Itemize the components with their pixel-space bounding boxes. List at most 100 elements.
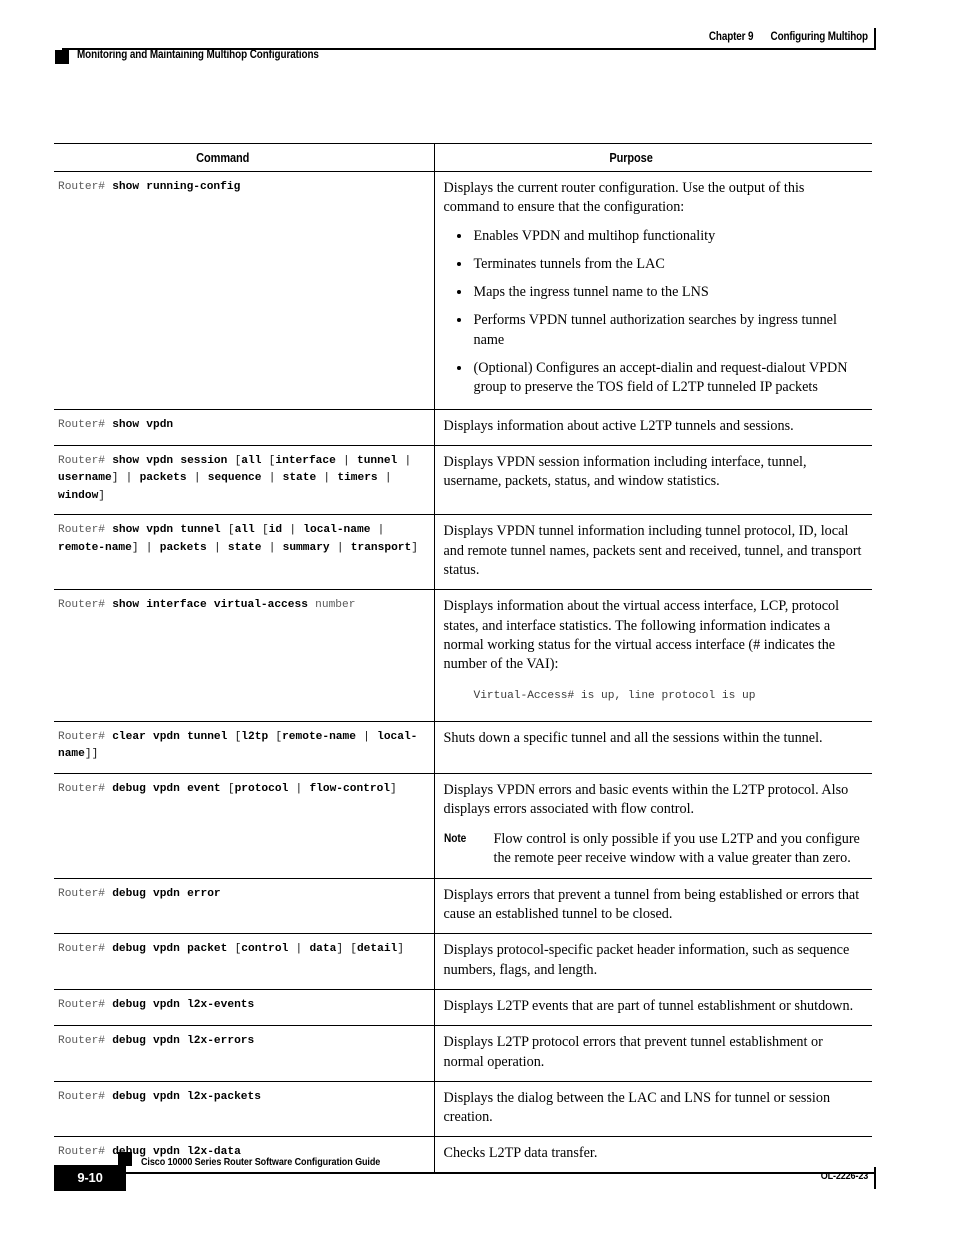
command-syntax: Router# clear vpdn tunnel [l2tp [remote-… — [58, 730, 418, 761]
purpose-body: Displays L2TP protocol errors that preve… — [435, 1033, 873, 1072]
table-row: Router# show interface virtual-access nu… — [54, 589, 872, 722]
cell-command: Router# show vpdn tunnel [all [id | loca… — [54, 514, 434, 591]
cell-purpose: Shuts down a specific tunnel and all the… — [433, 721, 873, 774]
command-prompt: Router# — [58, 524, 105, 537]
command-syntax: Router# show vpdn session [all [interfac… — [58, 454, 412, 502]
purpose-bullet-item: Performs VPDN tunnel authorization searc… — [444, 311, 863, 350]
command-prompt: Router# — [58, 730, 105, 743]
table-row: Router# debug vpdn l2x-events Displays L2… — [54, 989, 873, 1027]
cell-purpose: Displays protocol-specific packet header… — [433, 933, 873, 990]
table-row: Router# clear vpdn tunnel [l2tp [remote-… — [54, 721, 873, 774]
purpose-bullet-text: Maps the ingress tunnel name to the LNS — [473, 284, 709, 301]
purpose-bullet-item: Terminates tunnels from the LAC — [444, 255, 863, 274]
purpose-paragraph: Displays protocol-specific packet header… — [443, 942, 850, 978]
bullet-dot-icon — [456, 318, 461, 323]
command-prompt: Router# — [58, 943, 105, 956]
purpose-bullet-text: Performs VPDN tunnel authorization searc… — [473, 312, 837, 348]
bullet-dot-icon — [456, 233, 461, 238]
purpose-body: Displays protocol-specific packet header… — [435, 941, 873, 980]
purpose-paragraph: Displays L2TP protocol errors that preve… — [443, 1034, 823, 1070]
page-footer: Cisco 10000 Series Router Software Confi… — [0, 1125, 954, 1235]
cell-command: Router# show vpdn — [54, 409, 434, 446]
bullet-dot-icon — [456, 290, 461, 295]
purpose-body: Displays L2TP events that are part of tu… — [435, 997, 873, 1016]
footer-page-number: 9-10 — [77, 1170, 103, 1185]
purpose-code-sample: Virtual-Access# is up, line protocol is … — [473, 689, 756, 702]
header-marker-square-icon — [55, 50, 69, 64]
purpose-paragraph: Displays VPDN errors and basic events wi… — [443, 781, 849, 817]
purpose-paragraph: Displays the current router configuratio… — [443, 180, 805, 216]
command-syntax: Router# debug vpdn packet [control | dat… — [58, 943, 404, 956]
command-keyword: show vpdn — [112, 418, 174, 431]
footer-rule-tick — [874, 1167, 876, 1189]
page-header: Chapter 9 Configuring Multihop Monitoring… — [0, 0, 954, 78]
command-prompt: Router# — [58, 1090, 105, 1103]
header-chapter-number: Chapter 9 — [708, 31, 754, 43]
header-chapter: Chapter 9 Configuring Multihop — [709, 31, 868, 43]
command-keyword: show running-config — [112, 181, 241, 193]
footer-rule — [62, 1172, 874, 1174]
purpose-bullet-item: (Optional) Configures an accept-dialin a… — [444, 359, 863, 398]
footer-marker-square-icon — [118, 1152, 132, 1166]
purpose-paragraph: Displays information about the virtual a… — [443, 598, 840, 673]
command-keyword: debug vpdn error — [112, 887, 221, 900]
column-header-purpose-label: Purpose — [608, 151, 653, 165]
cell-purpose: Displays VPDN session information includ… — [433, 445, 872, 516]
purpose-paragraph: Displays VPDN tunnel information includi… — [443, 523, 862, 579]
table-head: Command Purpose — [54, 143, 872, 172]
cell-purpose: Displays L2TP protocol errors that preve… — [433, 1025, 873, 1082]
purpose-body: Displays the current router configuratio… — [435, 179, 873, 398]
cell-command: Router# debug vpdn l2x-events — [54, 989, 434, 1027]
purpose-body: Displays errors that prevent a tunnel fr… — [435, 886, 873, 925]
bullet-dot-icon — [456, 261, 461, 266]
cell-purpose: Displays errors that prevent a tunnel fr… — [433, 878, 873, 935]
cell-purpose: Displays information about active L2TP t… — [433, 409, 873, 446]
command-syntax: Router# debug vpdn l2x-errors — [54, 1033, 434, 1051]
purpose-body: Displays information about active L2TP t… — [435, 417, 873, 436]
purpose-paragraph: Displays L2TP events that are part of tu… — [443, 997, 854, 1014]
purpose-paragraph: Displays errors that prevent a tunnel fr… — [443, 886, 860, 923]
cell-command: Router# debug vpdn event [protocol | flo… — [54, 773, 434, 879]
column-header-purpose: Purpose — [433, 143, 872, 172]
purpose-bullet-text: (Optional) Configures an accept-dialin a… — [473, 360, 848, 396]
purpose-bullet-text: Enables VPDN and multihop functionality — [473, 227, 716, 244]
table-row: Router# show vpdn Displays information ab… — [54, 409, 873, 446]
cell-purpose: Displays the current router configuratio… — [433, 171, 873, 410]
command-syntax: Router# debug vpdn error — [54, 886, 434, 904]
cell-purpose: Displays VPDN errors and basic events wi… — [433, 773, 872, 879]
table-header-row: Command Purpose — [54, 143, 872, 172]
command-keyword: show vpdn tunnel — [112, 524, 221, 537]
purpose-note-label: Note — [443, 833, 466, 846]
command-syntax: Router# show running-config — [54, 179, 434, 197]
command-prompt: Router# — [58, 599, 105, 612]
purpose-bullet-text: Terminates tunnels from the LAC — [473, 255, 665, 272]
footer-guide-title: Cisco 10000 Series Router Software Confi… — [141, 1156, 381, 1168]
header-rule-tick — [874, 28, 876, 50]
purpose-body: Displays the dialog between the LAC and … — [435, 1089, 873, 1128]
purpose-bullet-item: Enables VPDN and multihop functionality — [444, 227, 863, 246]
column-header-command-label: Command — [196, 151, 250, 165]
command-keyword: debug vpdn l2x-events — [112, 998, 255, 1011]
table-row: Router# show vpdn tunnel [all [id | loca… — [54, 514, 873, 591]
command-keyword: clear vpdn tunnel — [112, 730, 228, 743]
command-syntax: Router# show vpdn — [54, 417, 434, 435]
command-prompt: Router# — [58, 418, 105, 431]
table-row: Router# debug vpdn l2x-errors Displays L2… — [54, 1025, 873, 1082]
table-body: Router# show running-config Displays the … — [54, 171, 873, 1174]
table-row: Router# debug vpdn error Displays errors … — [54, 878, 873, 935]
purpose-body: Displays VPDN tunnel information includi… — [435, 522, 873, 580]
purpose-body: Shuts down a specific tunnel and all the… — [435, 729, 873, 748]
purpose-paragraph: Shuts down a specific tunnel and all the… — [443, 729, 823, 746]
table-row: Router# debug vpdn event [protocol | flo… — [54, 773, 872, 879]
cell-command: Router# show running-config — [54, 171, 434, 410]
purpose-paragraph: Displays the dialog between the LAC and … — [443, 1089, 831, 1126]
table-row: Router# debug vpdn packet [control | dat… — [54, 933, 873, 990]
command-syntax: Router# debug vpdn l2x-packets — [54, 1089, 434, 1107]
header-chapter-title: Configuring Multihop — [770, 31, 869, 43]
command-syntax: Router# debug vpdn l2x-events — [54, 997, 434, 1015]
command-keyword: debug vpdn l2x-errors — [112, 1035, 255, 1048]
command-prompt: Router# — [58, 181, 105, 193]
cell-command: Router# show vpdn session [all [interfac… — [54, 445, 434, 516]
command-keyword: show vpdn session — [112, 454, 228, 467]
column-header-command: Command — [54, 143, 434, 172]
